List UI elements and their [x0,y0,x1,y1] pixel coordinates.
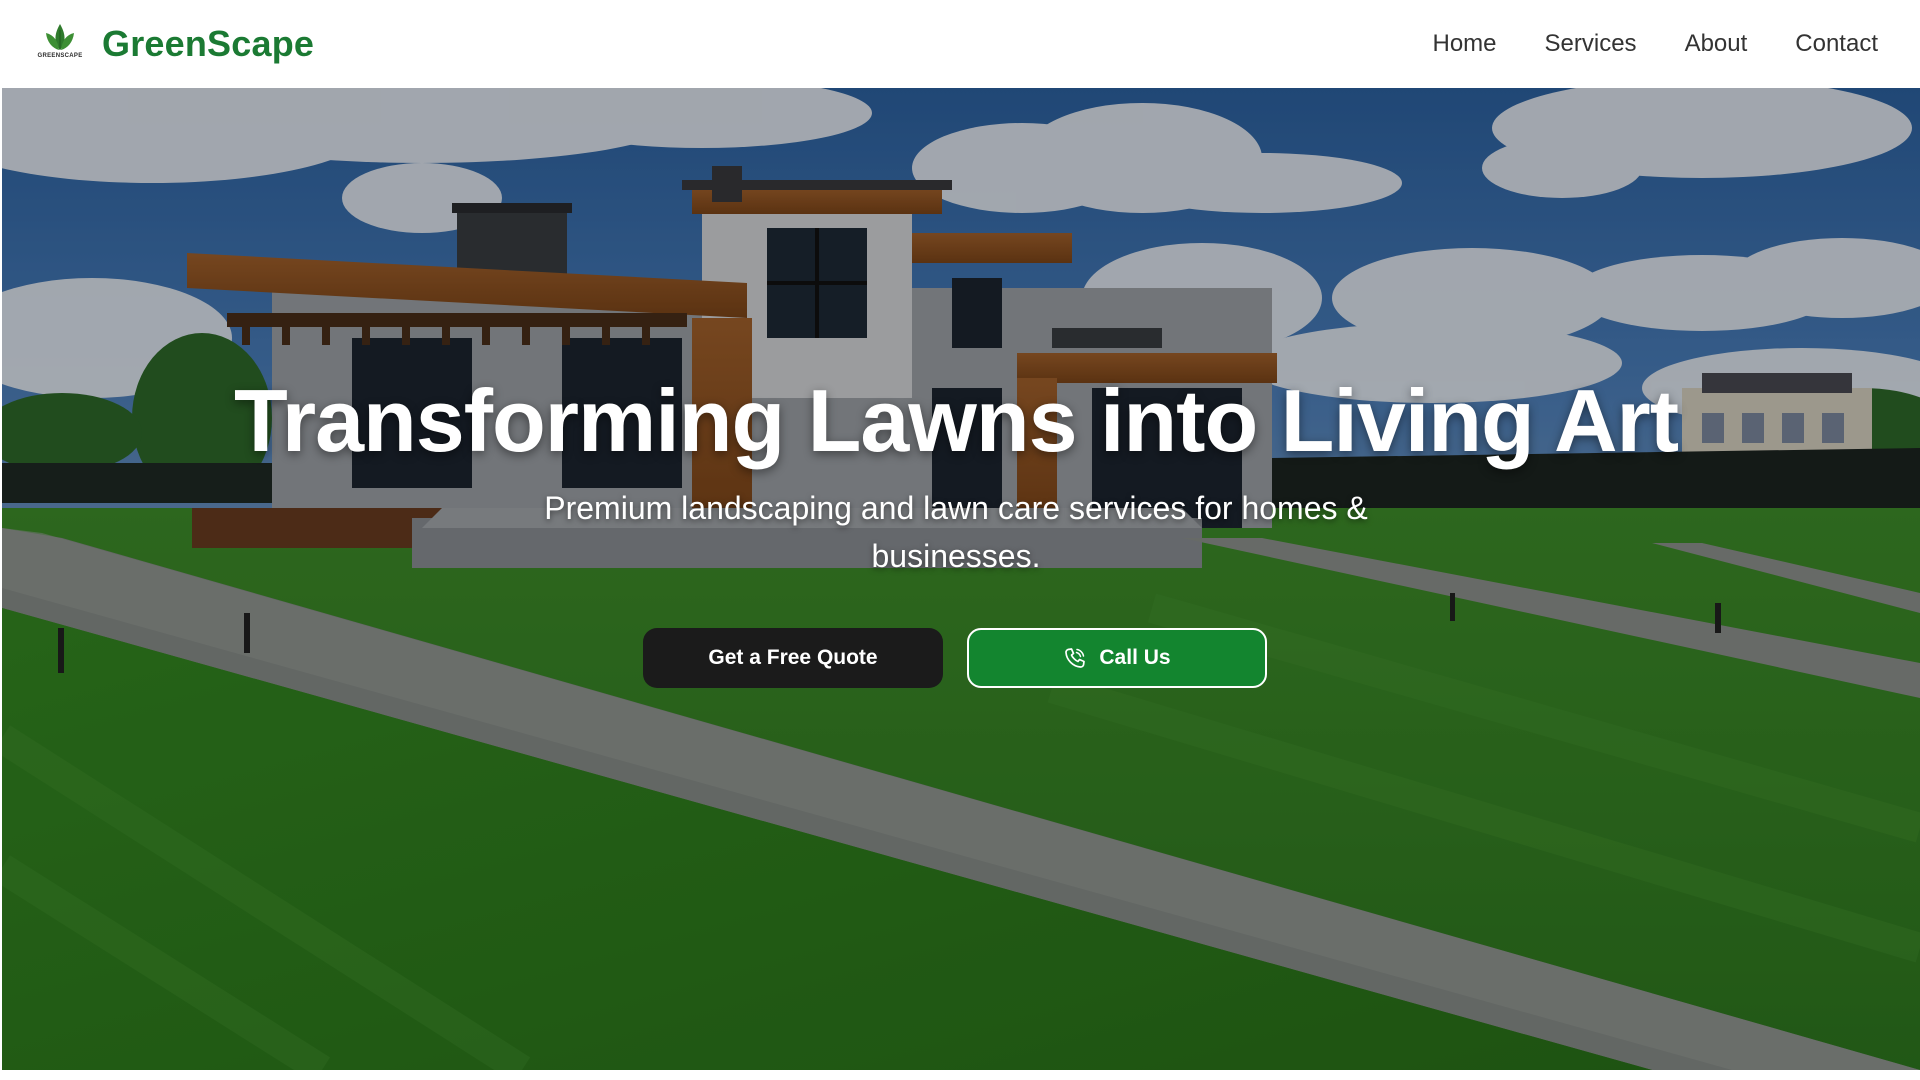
nav-services[interactable]: Services [1545,30,1637,58]
main-nav: Home Services About Contact [1433,30,1879,58]
nav-home[interactable]: Home [1433,30,1497,58]
nav-about[interactable]: About [1685,30,1748,58]
hero-title: Transforming Lawns into Living Art [233,371,1679,470]
nav-contact[interactable]: Contact [1795,30,1878,58]
get-free-quote-label: Get a Free Quote [708,646,878,669]
brand[interactable]: GREENSCAPE GreenScape [34,22,314,66]
call-us-label: Call Us [1099,646,1171,669]
hero-content: Transforming Lawns into Living Art Premi… [2,88,1920,1070]
call-us-button[interactable]: Call Us [967,628,1267,688]
bottom-divider [0,1070,1920,1080]
leaf-logo-icon[interactable]: GREENSCAPE [34,22,86,66]
site-header: GREENSCAPE GreenScape Home Services Abou… [0,0,1920,88]
brand-name[interactable]: GreenScape [102,23,314,65]
phone-icon [1065,648,1086,668]
hero-section: Transforming Lawns into Living Art Premi… [2,88,1920,1070]
leaf-icon [46,24,74,50]
get-free-quote-button[interactable]: Get a Free Quote [643,628,943,688]
landing-page: GREENSCAPE GreenScape Home Services Abou… [0,0,1920,1080]
hero-subtitle: Premium landscaping and lawn care servic… [544,490,1368,574]
logo-caption: GREENSCAPE [37,53,83,59]
